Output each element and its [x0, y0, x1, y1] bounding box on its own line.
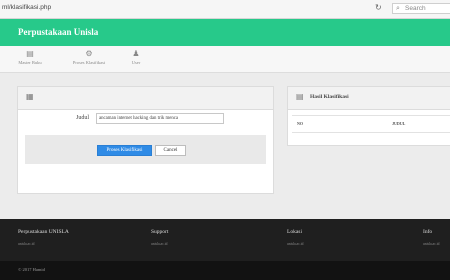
browser-search-input[interactable]: ⌕ Search	[392, 3, 450, 14]
menu-item-label: Proses Klasifikasi	[72, 60, 106, 65]
footer-link[interactable]: unisla.ac.id	[151, 242, 167, 246]
menu-item-proses-klasifikasi[interactable]: ⚙ Proses Klasifikasi	[62, 49, 116, 66]
table-icon: ▤	[296, 92, 304, 101]
reload-icon[interactable]: ↻	[375, 3, 382, 12]
column-header-judul: JUDUL	[392, 121, 406, 126]
form-panel-header: ▦	[18, 87, 273, 110]
brand-title[interactable]: Perpustakaan Unisla	[18, 27, 98, 37]
menu-item-master-buku[interactable]: ▤ Master Buku	[12, 49, 48, 66]
cancel-button[interactable]: Cancel	[155, 145, 186, 156]
browser-toolbar: ml/klasifikasi.php ↻ ⌕ Search	[0, 0, 450, 19]
menu-item-label: User	[131, 60, 141, 65]
footer-link[interactable]: unisla.ac.id	[18, 242, 34, 246]
footer-link[interactable]: unisla.ac.id	[287, 242, 303, 246]
result-panel: ▤ Hasil Klasifikasi	[287, 86, 450, 146]
table-divider	[292, 115, 450, 116]
proses-klasifikasi-button[interactable]: Proses Klasifikasi	[97, 145, 152, 156]
address-bar[interactable]: ml/klasifikasi.php	[2, 4, 51, 11]
top-navbar: Perpustakaan Unisla	[0, 19, 450, 46]
judul-label: Judul	[76, 115, 90, 121]
chart-icon: ▦	[26, 92, 34, 101]
judul-input[interactable]: ancaman internet hacking dan trik menca	[96, 113, 224, 124]
footer-column-title: Lokasi	[287, 229, 302, 235]
footer-link[interactable]: unisla.ac.id	[423, 242, 439, 246]
gears-icon: ⚙	[85, 49, 93, 58]
footer-column-title: Info	[423, 229, 433, 235]
book-icon: ▤	[26, 49, 34, 58]
main-menu: ▤ Master Buku ⚙ Proses Klasifikasi ♟ Use…	[0, 46, 450, 73]
copyright-text: © 2017 Hamid	[18, 267, 45, 272]
copyright-bar: © 2017 Hamid	[0, 261, 450, 280]
search-icon: ⌕	[396, 4, 400, 12]
result-panel-title: Hasil Klasifikasi	[310, 94, 349, 100]
menu-item-label: Master Buku	[18, 60, 42, 65]
site-footer: Perpustakaan UNISLA unisla.ac.id Support…	[0, 219, 450, 261]
footer-column-title: Support	[151, 229, 169, 235]
search-placeholder: Search	[405, 5, 426, 12]
menu-item-user[interactable]: ♟ User	[125, 49, 147, 66]
footer-column-title: Perpustakaan UNISLA	[18, 229, 69, 235]
result-panel-header: ▤ Hasil Klasifikasi	[288, 87, 450, 110]
column-header-no: NO	[297, 121, 303, 126]
table-divider	[292, 132, 450, 133]
user-icon: ♟	[132, 49, 140, 58]
